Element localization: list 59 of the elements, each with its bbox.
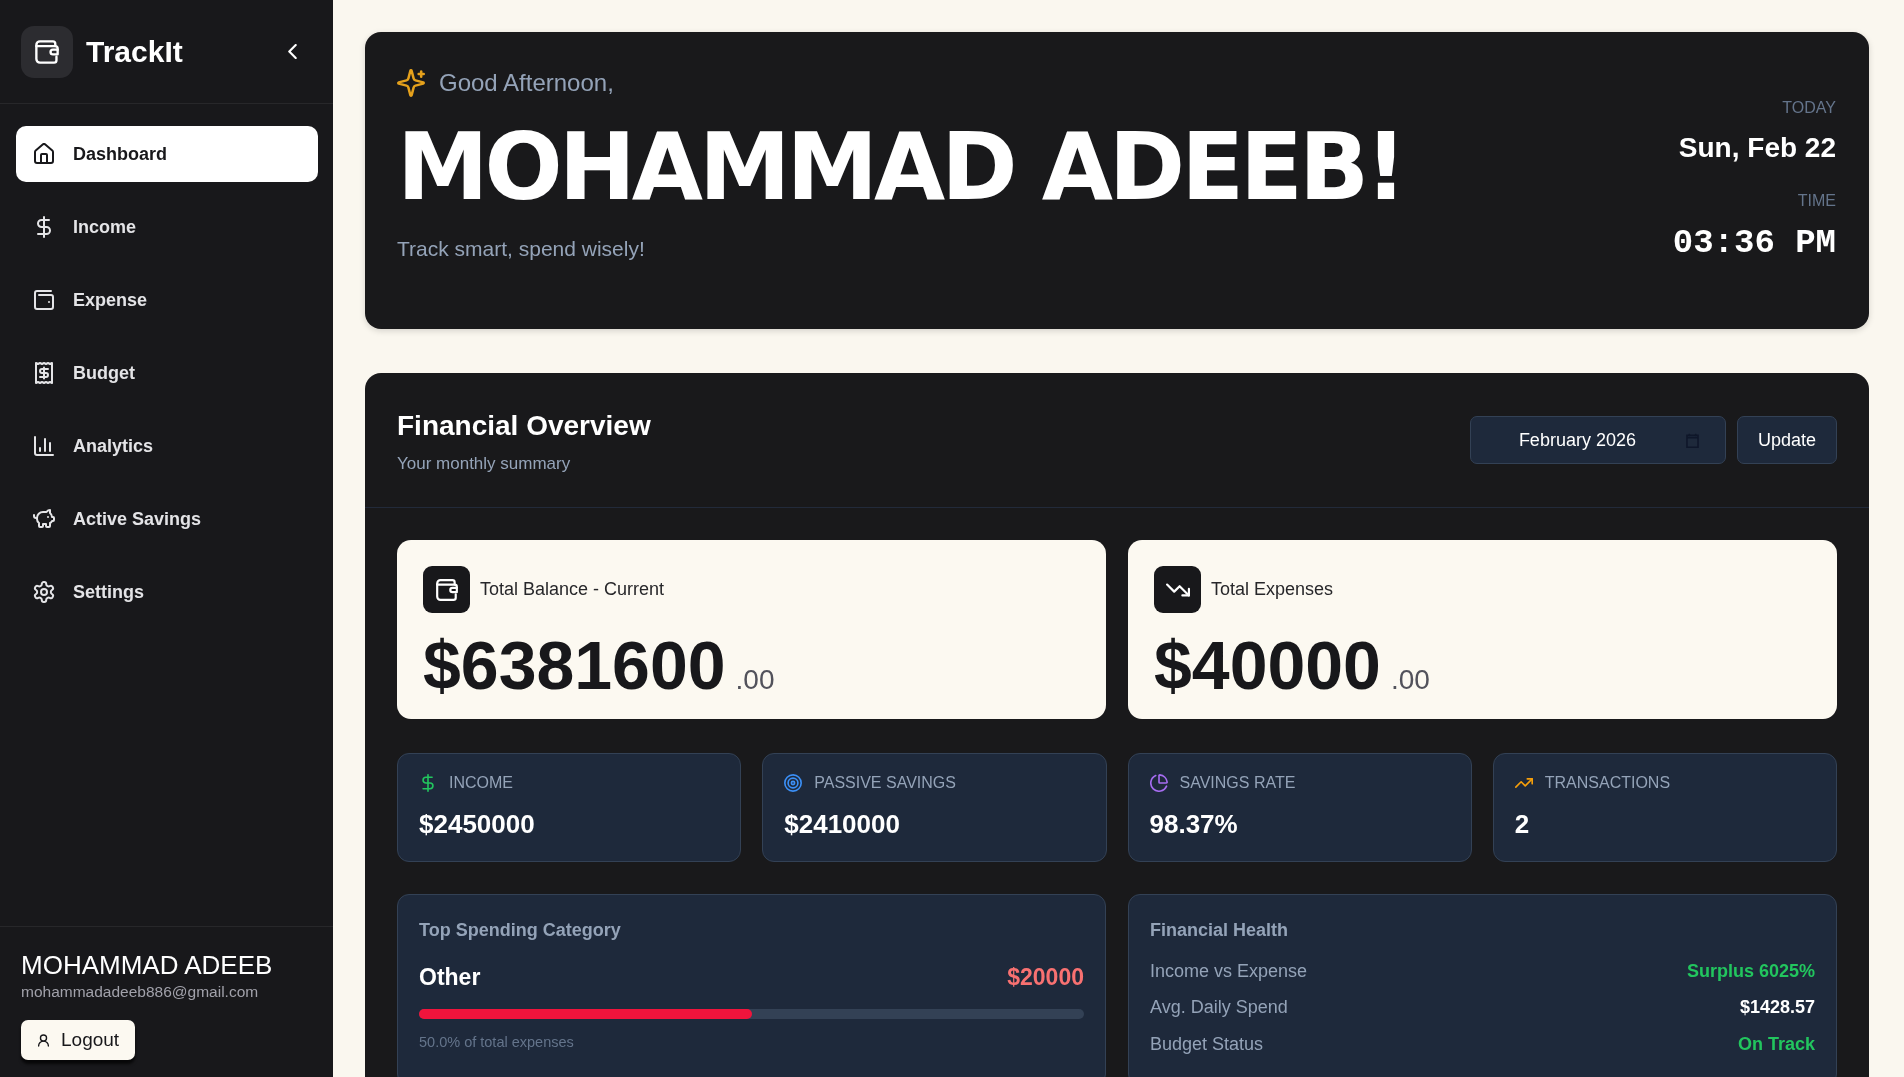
card-title: Financial Health [1150,919,1290,941]
stat-value: $2450000 [419,808,536,840]
time-text: 03:36 PM [1672,223,1836,263]
user-email: mohammadadeeb886@gmail.com [21,982,260,1002]
today-label: TODAY [1782,98,1836,118]
stat-value: 98.37% [1149,808,1239,840]
app-title: TrackIt [86,34,184,69]
card-label: Total Expenses [1211,579,1334,600]
card-label: Total Balance - Current [480,579,665,600]
nav-item[interactable]: Dashboard [16,126,318,182]
sparkle-icon [397,69,425,97]
nav-item[interactable]: Budget [16,345,318,401]
piggy-bank-icon [33,508,55,530]
wallet-icon [423,566,470,613]
metric-value: $1428.57 [1739,997,1815,1019]
section-subtitle: Your monthly summary [397,453,572,475]
logout-button[interactable]: Logout [21,1020,136,1060]
chevron-left-icon[interactable] [288,44,297,59]
stat-value: $2410000 [784,808,901,840]
date-text: Sun, Feb 22 [1678,131,1836,165]
bar-chart-icon [33,435,55,457]
card-title: Top Spending Category [419,919,622,941]
user-icon [38,1033,49,1047]
settings-icon [33,581,55,603]
time-label: TIME [1797,191,1836,211]
nav-item[interactable]: Income [16,199,318,255]
stat-label: INCOME [449,774,513,792]
nav-item[interactable]: Settings [16,564,318,620]
receipt-icon [33,362,55,384]
stat-value: 2 [1514,808,1531,840]
stat-label: TRANSACTIONS [1544,774,1671,792]
nav-item[interactable]: Analytics [16,418,318,474]
metric-label: Budget Status [1150,1033,1264,1055]
category-amount: $20000 [1007,963,1084,991]
month-field[interactable]: February 2026 [1469,416,1726,464]
section-title: Financial Overview [397,410,651,442]
category-name: Other [419,963,481,991]
wallet-icon [33,289,55,311]
user-name: MOHAMMAD ADEEB [21,949,274,981]
user-name-heading: MOHAMMAD ADEEB! [397,122,1403,214]
cents-text: .00 [1390,666,1430,694]
share-note: 50.0% of total expenses [419,1033,575,1051]
greeting-text: Good Afternoon, [439,69,614,97]
tagline: Track smart, spend wisely! [397,237,646,261]
amount-text: $6381600 [423,631,726,699]
update-button[interactable]: Update [1736,416,1837,464]
trend-down-icon [1154,566,1201,613]
stat-label: SAVINGS RATE [1179,774,1296,792]
metric-label: Income vs Expense [1150,960,1308,982]
wallet-icon [21,25,73,78]
nav-item[interactable]: Active Savings [16,491,318,547]
metric-value: On Track [1737,1033,1815,1055]
stat-label: PASSIVE SAVINGS [814,774,956,792]
amount-text: $40000 [1154,631,1381,699]
metric-label: Avg. Daily Spend [1150,997,1288,1019]
nav-item[interactable]: Expense [16,272,318,328]
cents-text: .00 [735,666,775,694]
metric-value: Surplus 6025% [1686,960,1815,982]
home-icon [33,143,55,165]
